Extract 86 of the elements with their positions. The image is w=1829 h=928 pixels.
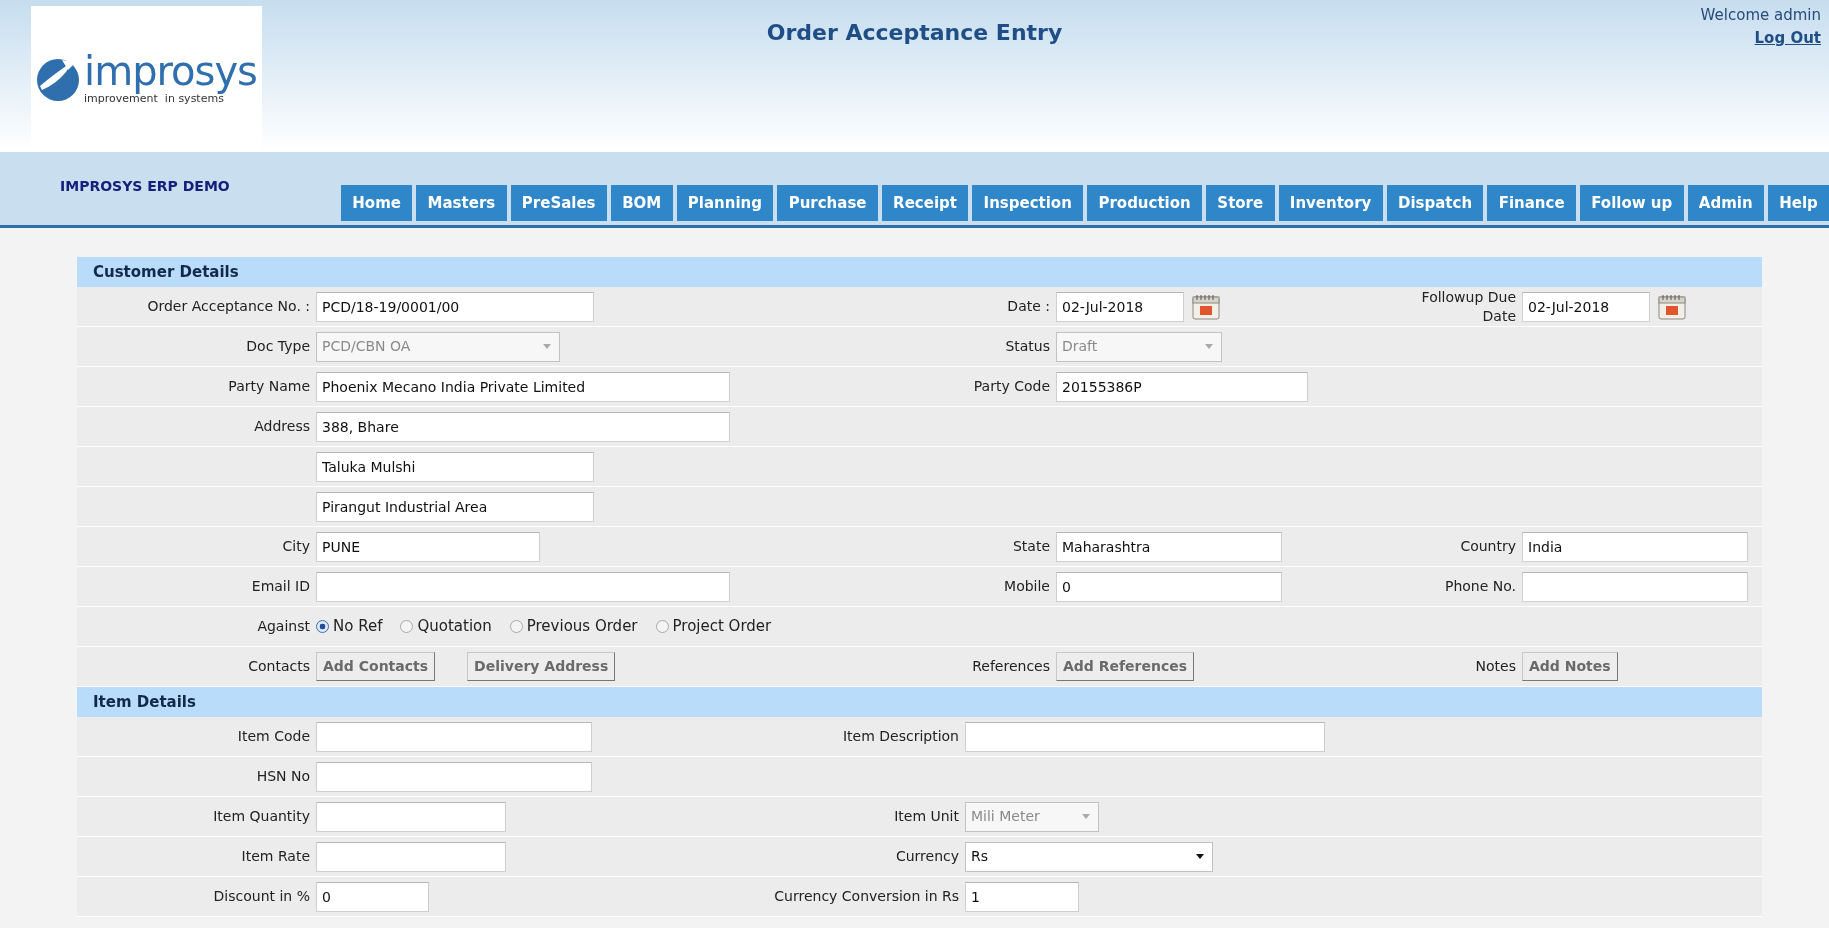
field-label: Item Unit xyxy=(893,807,960,826)
input-field[interactable] xyxy=(965,721,1325,752)
logo-mark-icon xyxy=(36,56,81,102)
field-label: Item Code xyxy=(236,727,311,746)
field-label: Email ID xyxy=(250,577,311,596)
nav-tab[interactable]: Help xyxy=(1767,185,1829,221)
nav-tab[interactable]: Finance xyxy=(1487,185,1576,221)
input-field[interactable] xyxy=(316,841,506,872)
field-label: Followup Due Date xyxy=(1420,288,1517,325)
field-label: Against xyxy=(256,617,311,636)
input-field[interactable]: India xyxy=(1522,531,1748,562)
input-field[interactable]: Phoenix Mecano India Private Limited xyxy=(316,371,730,402)
caret-icon xyxy=(1205,344,1213,349)
field-label: Item Description xyxy=(841,727,960,746)
field-label: Party Name xyxy=(227,377,311,396)
date-field[interactable]: 02-Jul-2018 xyxy=(1522,291,1650,322)
welcome-text: Welcome admin xyxy=(1700,5,1821,26)
nav-tab[interactable]: Inventory xyxy=(1278,185,1383,221)
field-label: Notes xyxy=(1474,657,1517,676)
field-label: Address xyxy=(253,417,311,436)
action-button[interactable]: Add Contacts xyxy=(316,652,436,681)
nav-tab[interactable]: Receipt xyxy=(881,185,969,221)
input-field[interactable]: Maharashtra xyxy=(1056,531,1282,562)
field-label: Contacts xyxy=(247,657,311,676)
input-field[interactable] xyxy=(316,571,730,602)
field-label: Discount in % xyxy=(212,887,311,906)
field-label: Item Rate xyxy=(240,847,311,866)
field-label: Status xyxy=(1004,337,1051,356)
input-field[interactable] xyxy=(316,761,592,792)
radio-option[interactable]: Quotation xyxy=(400,615,492,638)
field-label: City xyxy=(281,537,311,556)
input-field[interactable]: 20155386P xyxy=(1056,371,1308,402)
input-field[interactable]: 388, Bhare xyxy=(316,411,730,442)
input-field[interactable]: PUNE xyxy=(316,531,540,562)
input-field[interactable] xyxy=(1522,571,1748,602)
field-label: Doc Type xyxy=(245,337,311,356)
input-field[interactable]: Taluka Mulshi xyxy=(316,451,594,482)
field-label: State xyxy=(1011,537,1051,556)
field-label: Currency xyxy=(894,847,960,866)
nav-tab[interactable]: Dispatch xyxy=(1386,185,1484,221)
radio-option[interactable]: Previous Order xyxy=(509,615,638,638)
section-header: Item Details xyxy=(77,687,1762,717)
calendar-icon[interactable] xyxy=(1192,292,1220,321)
nav-tab[interactable]: Purchase xyxy=(777,185,878,221)
nav-tab[interactable]: Admin xyxy=(1687,185,1764,221)
caret-icon xyxy=(1196,854,1204,859)
input-field[interactable]: Pirangut Industrial Area xyxy=(316,491,594,522)
radio-option[interactable]: Project Order xyxy=(655,615,772,638)
date-field[interactable]: 02-Jul-2018 xyxy=(1056,291,1184,322)
section-header: Customer Details xyxy=(77,257,1762,287)
field-label: Country xyxy=(1459,537,1517,556)
nav-tab[interactable]: Masters xyxy=(416,185,507,221)
input-field[interactable] xyxy=(316,801,506,832)
nav-tab[interactable]: Store xyxy=(1206,185,1275,221)
nav-tab[interactable]: Inspection xyxy=(972,185,1084,221)
input-field[interactable]: 0 xyxy=(1056,571,1282,602)
field-label: Phone No. xyxy=(1443,577,1517,596)
field-label: Party Code xyxy=(972,377,1051,396)
logout-link[interactable]: Log Out xyxy=(1754,26,1821,49)
input-field[interactable]: 0 xyxy=(316,881,429,912)
caret-icon xyxy=(1082,814,1090,819)
nav-tab[interactable]: Home xyxy=(341,185,413,221)
nav-tab[interactable]: PreSales xyxy=(510,185,607,221)
nav-tab[interactable]: BOM xyxy=(610,185,673,221)
field-label: Order Acceptance No. : xyxy=(146,297,311,316)
field-label: Currency Conversion in Rs xyxy=(773,887,960,906)
nav-tab[interactable]: Production xyxy=(1087,185,1203,221)
field-label: HSN No xyxy=(255,767,311,786)
input-field[interactable]: PCD/18-19/0001/00 xyxy=(316,291,594,322)
field-label: Item Quantity xyxy=(212,807,311,826)
page-title: Order Acceptance Entry xyxy=(766,19,1063,47)
field-label: Mobile xyxy=(1003,577,1051,596)
field-label: References xyxy=(971,657,1051,676)
select-field[interactable]: Rs xyxy=(965,841,1213,872)
app-name: IMPROSYS ERP DEMO xyxy=(59,177,231,196)
caret-icon xyxy=(543,344,551,349)
action-button[interactable]: Add Notes xyxy=(1522,652,1618,681)
action-button[interactable]: Add References xyxy=(1056,652,1195,681)
input-field[interactable] xyxy=(316,721,592,752)
nav-tab[interactable]: Planning xyxy=(676,185,774,221)
radio-option[interactable]: No Ref xyxy=(316,615,383,638)
nav-tab[interactable]: Follow up xyxy=(1579,185,1684,221)
calendar-icon[interactable] xyxy=(1658,292,1686,321)
input-field[interactable]: 1 xyxy=(965,881,1079,912)
action-button[interactable]: Delivery Address xyxy=(467,652,616,681)
field-label: Date : xyxy=(1006,297,1051,316)
